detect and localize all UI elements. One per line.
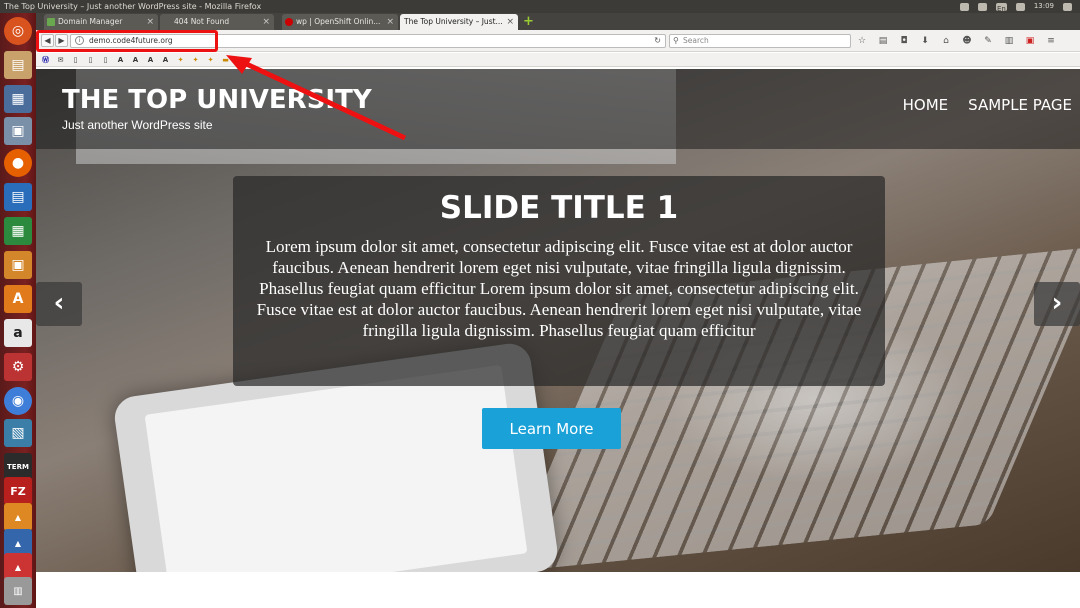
site-title[interactable]: THE TOP UNIVERSITY	[62, 85, 372, 115]
unity-launcher: ◎ ▤ ▦ ▣ ● ▤ ▦ ▣ A a ⚙ ◉ ▧ TERM FZ ▲ ▲ ▲ …	[0, 13, 36, 608]
tablet-screen	[144, 364, 528, 604]
toolbar-icon-10[interactable]: ✎	[235, 55, 246, 65]
amazon-icon[interactable]: a	[4, 319, 32, 347]
ubuntu-dash-icon[interactable]: ◎	[4, 17, 32, 45]
back-button[interactable]: ◀	[41, 34, 54, 47]
tab-label: Domain Manager	[58, 17, 123, 26]
close-icon[interactable]: ×	[386, 14, 394, 30]
tab-404[interactable]: 404 Not Found ×	[160, 14, 274, 30]
monitor-app-icon[interactable]: ▧	[4, 419, 32, 447]
slide-text: Lorem ipsum dolor sit amet, consectetur …	[256, 237, 862, 340]
search-placeholder: Search	[683, 36, 709, 45]
url-bar[interactable]: i demo.code4future.org ↻	[70, 34, 666, 48]
hero-slider: THE TOP UNIVERSITY Just another WordPres…	[36, 69, 1080, 608]
software-center-icon[interactable]: A	[4, 285, 32, 313]
new-tab-icon[interactable]: +	[523, 15, 534, 28]
font-size-icon-3[interactable]: A	[145, 55, 156, 65]
pocket-icon[interactable]: ◘	[898, 35, 910, 47]
close-icon[interactable]: ×	[262, 14, 270, 30]
system-top-panel: The Top University – Just another WordPr…	[0, 0, 1080, 13]
close-icon[interactable]: ×	[506, 14, 514, 30]
page-content-area	[36, 572, 1080, 608]
wifi-icon[interactable]	[977, 2, 987, 11]
toolbar-icon-8[interactable]: ✦	[205, 55, 216, 65]
toolbar-icon-4[interactable]: ▯	[85, 55, 96, 65]
toolbar-icons: ☆ ▤ ◘ ⬇ ⌂ ☻ ✎ ▥ ▣ ≡	[856, 35, 1057, 47]
impress-icon[interactable]: ▣	[4, 251, 32, 279]
volume-icon[interactable]	[1015, 2, 1025, 11]
chat-icon[interactable]: ☻	[961, 35, 973, 47]
gear-icon[interactable]	[1063, 2, 1072, 11]
primary-menu: HOME SAMPLE PAGE	[903, 96, 1072, 114]
system-tray: En 13:09	[959, 0, 1072, 13]
tab-label: The Top University – Just...	[404, 17, 503, 26]
tab-top-university[interactable]: The Top University – Just... ×	[400, 14, 518, 30]
toolbar-icon-6[interactable]: ✦	[175, 55, 186, 65]
download-icon[interactable]: ⬇	[919, 35, 931, 47]
slide-caption: SLIDE TITLE 1 Lorem ipsum dolor sit amet…	[233, 176, 885, 386]
language-indicator[interactable]: En	[995, 2, 1007, 13]
tab-openshift[interactable]: wp | OpenShift Onlin... ×	[282, 14, 398, 30]
reload-icon[interactable]: ↻	[654, 35, 661, 47]
tab-strip: Domain Manager × 404 Not Found × wp | Op…	[36, 13, 1080, 30]
learn-more-button[interactable]: Learn More	[482, 408, 621, 449]
settings-icon[interactable]: ⚙	[4, 353, 32, 381]
filezilla-icon[interactable]: FZ	[4, 477, 32, 505]
toolbar-icon-2[interactable]: ✉	[55, 55, 66, 65]
toolbar-icon-1[interactable]: Ⓦ	[40, 55, 51, 65]
addon-icon-2[interactable]: ▥	[1003, 35, 1015, 47]
web-page: THE TOP UNIVERSITY Just another WordPres…	[36, 69, 1080, 608]
toolbar-icon-7[interactable]: ✦	[190, 55, 201, 65]
bookmarks-list-icon[interactable]: ▤	[877, 35, 889, 47]
slider-next-button[interactable]: ›	[1034, 282, 1080, 326]
firefox-icon[interactable]: ●	[4, 149, 32, 177]
file-manager-icon[interactable]: ▤	[4, 51, 32, 79]
firefox-window: Domain Manager × 404 Not Found × wp | Op…	[36, 13, 1080, 608]
tab-label: wp | OpenShift Onlin...	[296, 17, 381, 26]
toolbar-icon-5[interactable]: ▯	[100, 55, 111, 65]
clock[interactable]: 13:09	[1034, 0, 1054, 13]
font-size-icon-2[interactable]: A	[130, 55, 141, 65]
menu-item-sample-page[interactable]: SAMPLE PAGE	[968, 96, 1072, 114]
favicon-icon	[47, 18, 55, 26]
menu-item-home[interactable]: HOME	[903, 96, 949, 114]
slide-title: SLIDE TITLE 1	[439, 190, 679, 226]
toolbar-icon-9[interactable]: ▬	[220, 55, 231, 65]
site-header: THE TOP UNIVERSITY Just another WordPres…	[36, 69, 1080, 149]
site-tagline: Just another WordPress site	[62, 118, 213, 132]
addon-toolbar: Ⓦ ✉ ▯ ▯ ▯ A A A A ✦ ✦ ✦ ▬ ✎	[36, 53, 1080, 67]
bookmark-star-icon[interactable]: ☆	[856, 35, 868, 47]
app-icon-1[interactable]: ▲	[4, 503, 32, 531]
font-size-icon-1[interactable]: A	[115, 55, 126, 65]
info-icon[interactable]: i	[75, 36, 84, 45]
forward-button[interactable]: ▶	[55, 34, 68, 47]
window-title: The Top University – Just another WordPr…	[4, 2, 262, 11]
addon-icon-3[interactable]: ▣	[1024, 35, 1036, 47]
url-text: demo.code4future.org	[89, 36, 173, 45]
menu-hamburger-icon[interactable]: ≡	[1045, 35, 1057, 47]
search-icon: ⚲	[673, 36, 679, 45]
system-monitor-icon[interactable]: ▣	[4, 117, 32, 145]
dropbox-icon[interactable]	[959, 2, 969, 11]
addon-icon[interactable]: ✎	[982, 35, 994, 47]
toolbar-icon-3[interactable]: ▯	[70, 55, 81, 65]
chromium-icon[interactable]: ◉	[4, 387, 32, 415]
search-input[interactable]: ⚲ Search	[669, 34, 851, 48]
home-icon[interactable]: ⌂	[940, 35, 952, 47]
font-size-icon-4[interactable]: A	[160, 55, 171, 65]
slider-prev-button[interactable]: ‹	[36, 282, 82, 326]
close-icon[interactable]: ×	[146, 14, 154, 30]
trash-icon[interactable]: ▥	[4, 577, 32, 605]
tab-label: 404 Not Found	[174, 17, 230, 26]
openshift-icon	[285, 18, 293, 26]
navigation-toolbar: ◀ ▶ i demo.code4future.org ↻ ⚲ Search ☆ …	[36, 30, 1080, 52]
writer-icon[interactable]: ▤	[4, 183, 32, 211]
remote-desktop-icon[interactable]: ▦	[4, 85, 32, 113]
tab-domain-manager[interactable]: Domain Manager ×	[44, 14, 158, 30]
calc-icon[interactable]: ▦	[4, 217, 32, 245]
